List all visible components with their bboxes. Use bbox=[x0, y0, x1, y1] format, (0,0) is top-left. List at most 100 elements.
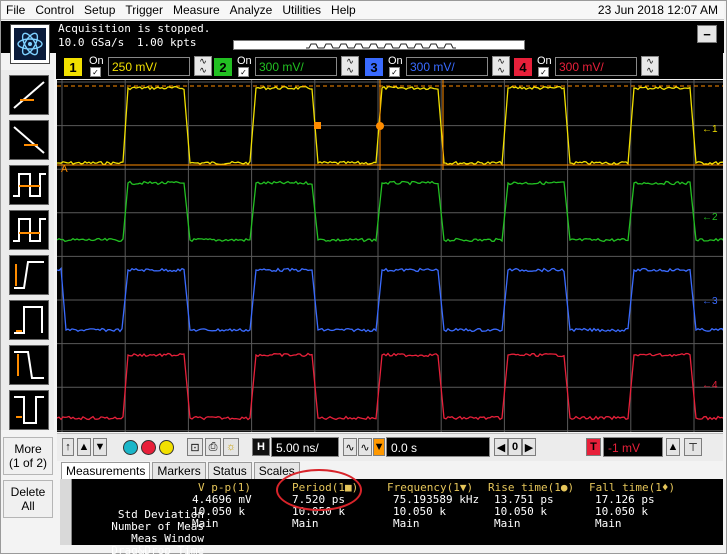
measure-fall-time-button[interactable] bbox=[9, 345, 49, 385]
rise-time-icon bbox=[14, 261, 44, 289]
delete-all-button[interactable]: Delete All bbox=[3, 480, 53, 518]
fall-time-icon bbox=[14, 351, 44, 379]
channel-1-on-label: On bbox=[89, 55, 104, 67]
minimize-button[interactable]: − bbox=[697, 25, 717, 43]
delay-left-button[interactable]: ◀ bbox=[494, 438, 508, 456]
horizontal-label[interactable]: H bbox=[252, 438, 270, 456]
channel-2-button[interactable]: 2 bbox=[214, 58, 232, 76]
measure-slew-rise-button[interactable] bbox=[9, 75, 49, 115]
scope-logo-button[interactable] bbox=[10, 24, 50, 64]
channel-1-scale[interactable]: 250 mV/ bbox=[108, 57, 190, 76]
measure-rise-time-button[interactable] bbox=[9, 255, 49, 295]
measure-pulse-width-button[interactable] bbox=[9, 300, 49, 340]
menu-analyze[interactable]: Analyze bbox=[225, 3, 278, 17]
timebase-adjust-down-icon[interactable]: ∿ bbox=[343, 438, 357, 456]
channel-4-scale[interactable]: 300 mV/ bbox=[555, 57, 637, 76]
channel-2-scale[interactable]: 300 mV/ bbox=[255, 57, 337, 76]
channel-3-on-checkbox[interactable]: ✓ bbox=[389, 67, 400, 77]
record-length: 1.00 kpts bbox=[136, 36, 197, 49]
measure-period-button[interactable] bbox=[9, 165, 49, 205]
row-label-drag-drop-time: Drag&Drop Time bbox=[111, 544, 204, 554]
channel-2-on-label: On bbox=[237, 55, 252, 67]
channel-2-on-checkbox[interactable]: ✓ bbox=[238, 67, 249, 77]
brightness-icon[interactable]: ☼ bbox=[223, 438, 239, 456]
cursor-up-icon[interactable]: ↑ bbox=[62, 438, 74, 456]
trigger-label[interactable]: T bbox=[586, 438, 601, 456]
rise-slope-icon bbox=[13, 81, 45, 109]
trigger-mode-icon[interactable]: ⊤ bbox=[684, 438, 702, 456]
frequency-icon bbox=[13, 218, 46, 242]
more-page-label: (1 of 2) bbox=[8, 456, 47, 470]
channel-1-on-checkbox[interactable]: ✓ bbox=[90, 67, 101, 77]
channel-2-trace bbox=[57, 180, 723, 243]
channel-3-scale[interactable]: 300 mV/ bbox=[406, 57, 488, 76]
channel-4-ground-label: ←4 bbox=[702, 380, 718, 391]
delay-right-button[interactable]: ▶ bbox=[522, 438, 536, 456]
period-marker-icon bbox=[314, 122, 321, 129]
measurement-table: Std Deviation Number of Meas Meas Window… bbox=[60, 479, 723, 554]
menu-utilities[interactable]: Utilities bbox=[277, 3, 326, 17]
trigger-marker-label: A bbox=[61, 164, 68, 175]
acquisition-state: Acquisition is stopped. bbox=[58, 22, 211, 35]
delay-field[interactable]: 0.0 s bbox=[386, 437, 490, 457]
menu-control[interactable]: Control bbox=[30, 3, 79, 17]
menu-trigger[interactable]: Trigger bbox=[120, 3, 168, 17]
channel-3-on-label: On bbox=[388, 55, 403, 67]
delete-label: Delete bbox=[10, 485, 46, 499]
vpp-window: Main bbox=[192, 517, 219, 530]
negative-width-icon bbox=[14, 396, 44, 424]
scroll-up-button[interactable]: ▲ bbox=[77, 438, 91, 456]
channel-1-button[interactable]: 1 bbox=[64, 58, 82, 76]
more-button[interactable]: More (1 of 2) bbox=[3, 437, 53, 475]
trigger-delay-icon[interactable]: ▼ bbox=[373, 438, 385, 456]
menu-measure[interactable]: Measure bbox=[168, 3, 225, 17]
tab-status[interactable]: Status bbox=[207, 462, 252, 479]
channel-1-coupling-button[interactable]: ∿ ∿ bbox=[194, 56, 212, 76]
sample-rate: 10.0 GSa/s bbox=[58, 36, 125, 49]
scroll-down-button[interactable]: ▼ bbox=[93, 438, 107, 456]
delay-index: 0 bbox=[508, 438, 522, 456]
menu-file[interactable]: File bbox=[1, 3, 30, 17]
trigger-level-up-button[interactable]: ▲ bbox=[666, 438, 680, 456]
red-marker-icon[interactable] bbox=[141, 440, 156, 455]
tab-measurements[interactable]: Measurements bbox=[61, 462, 151, 479]
fall-time-window: Main bbox=[595, 517, 622, 530]
cyan-marker-icon[interactable] bbox=[123, 440, 138, 455]
channel-4-button[interactable]: 4 bbox=[514, 58, 532, 76]
measure-negative-width-button[interactable] bbox=[9, 390, 49, 430]
measurement-tabs: Measurements Markers Status Scales bbox=[61, 462, 302, 479]
channel-4-on-checkbox[interactable]: ✓ bbox=[538, 67, 549, 77]
waveform-graticule: A ←1 ←2 ←3 ←4 bbox=[57, 80, 723, 432]
delete-all-label: All bbox=[21, 499, 35, 513]
channel-3-coupling-button[interactable]: ∿ ∿ bbox=[492, 56, 510, 76]
channel-3-button[interactable]: 3 bbox=[365, 58, 383, 76]
tab-scales[interactable]: Scales bbox=[253, 462, 300, 479]
channel-2-coupling-button[interactable]: ∿ ∿ bbox=[341, 56, 359, 76]
pulse-width-icon bbox=[14, 306, 43, 334]
channel-4-on-label: On bbox=[537, 55, 552, 67]
timebase-adjust-up-icon[interactable]: ∿ bbox=[358, 438, 372, 456]
channel-2-ground-label: ←2 bbox=[702, 212, 718, 223]
channel-4-coupling-button[interactable]: ∿ ∿ bbox=[641, 56, 659, 76]
rise-marker-icon bbox=[376, 122, 384, 130]
channel-4-trace bbox=[57, 352, 723, 421]
record-overview[interactable] bbox=[233, 40, 525, 50]
measurement-scrollbar[interactable] bbox=[60, 479, 72, 545]
tab-markers[interactable]: Markers bbox=[152, 462, 206, 479]
print-icon[interactable]: ⎙ bbox=[205, 438, 221, 456]
frequency-window: Main bbox=[393, 517, 420, 530]
waveform-display[interactable]: A ←1 ←2 ←3 ←4 bbox=[57, 80, 723, 432]
menu-help[interactable]: Help bbox=[326, 3, 361, 17]
measure-slew-fall-button[interactable] bbox=[9, 120, 49, 160]
measure-frequency-button[interactable] bbox=[9, 210, 49, 250]
menu-setup[interactable]: Setup bbox=[79, 3, 120, 17]
menu-bar: File Control Setup Trigger Measure Analy… bbox=[1, 1, 724, 20]
screenshot-icon[interactable]: ⊡ bbox=[187, 438, 203, 456]
period-icon bbox=[13, 173, 46, 197]
timebase-field[interactable]: 5.00 ns/ bbox=[271, 437, 339, 457]
scope-logo-icon bbox=[14, 28, 46, 60]
channel-3-ground-label: ←3 bbox=[702, 296, 718, 307]
yellow-marker-icon[interactable] bbox=[159, 440, 174, 455]
more-label: More bbox=[14, 442, 42, 456]
trigger-level-field[interactable]: -1 mV bbox=[603, 437, 663, 457]
